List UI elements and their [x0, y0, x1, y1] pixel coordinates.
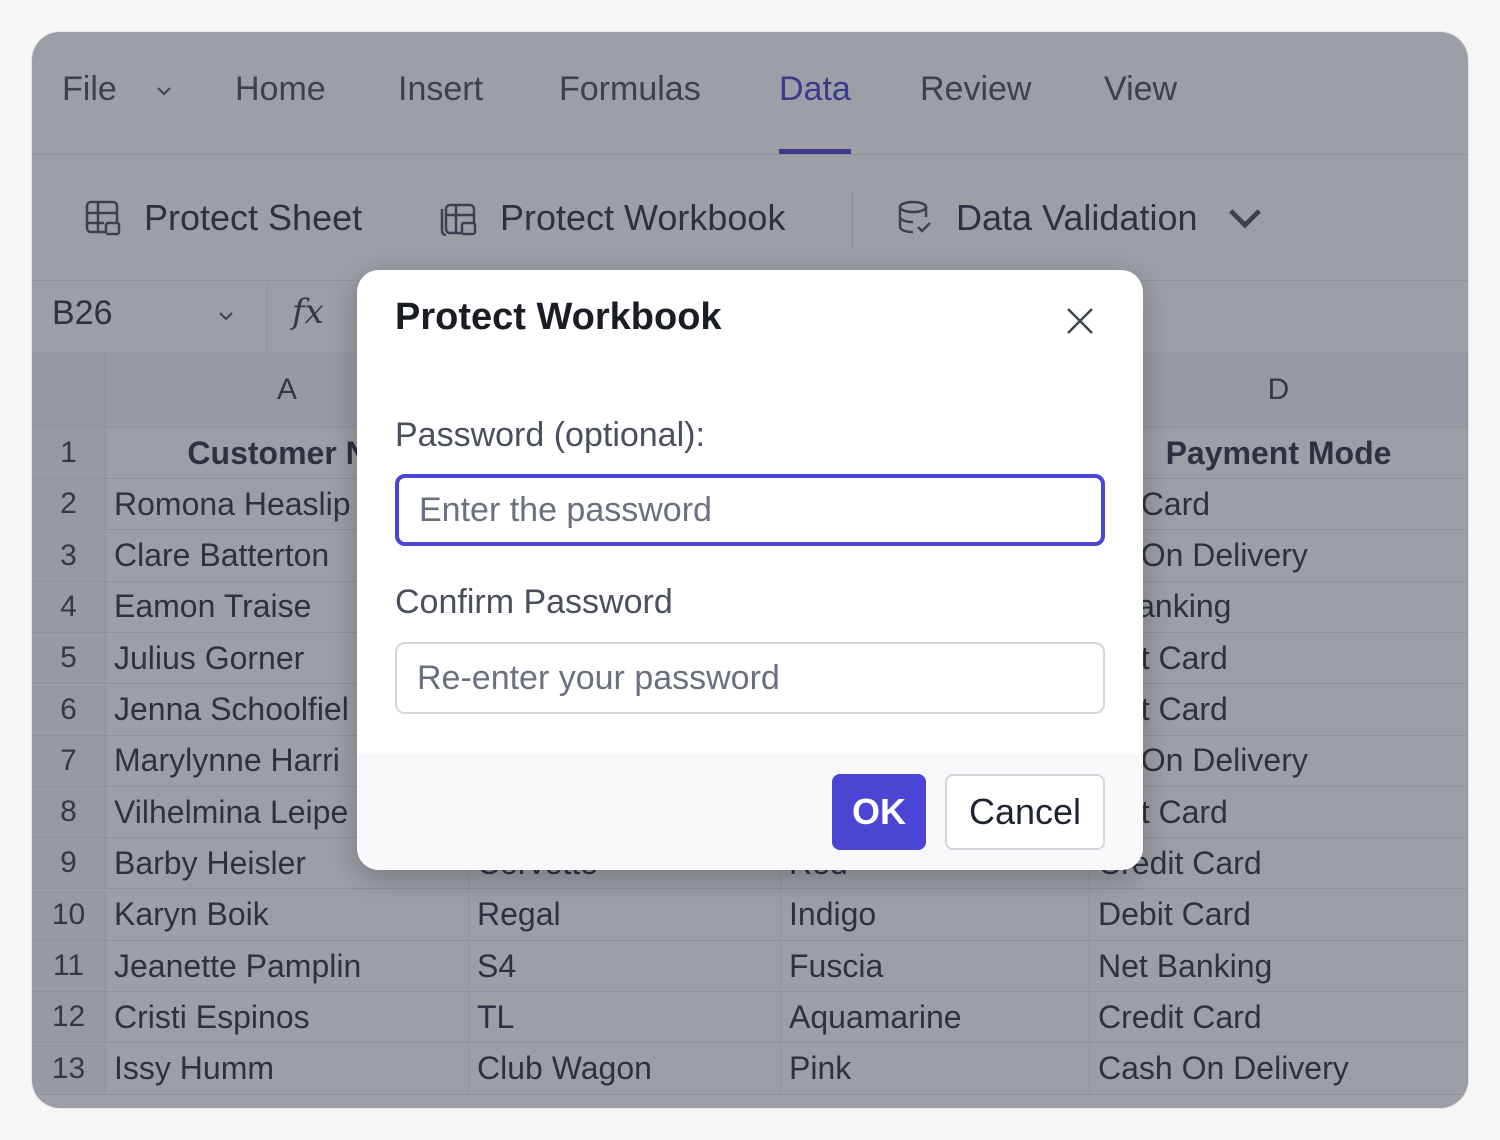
cancel-button[interactable]: Cancel [945, 774, 1105, 850]
dialog-title: Protect Workbook [395, 296, 722, 338]
ok-button[interactable]: OK [832, 774, 926, 850]
protect-workbook-dialog: Protect Workbook Password (optional): Co… [357, 270, 1143, 870]
close-icon[interactable] [1063, 304, 1097, 338]
confirm-password-label: Confirm Password [395, 583, 673, 621]
password-input[interactable] [395, 474, 1105, 546]
confirm-password-input[interactable] [395, 642, 1105, 714]
password-label: Password (optional): [395, 416, 705, 454]
